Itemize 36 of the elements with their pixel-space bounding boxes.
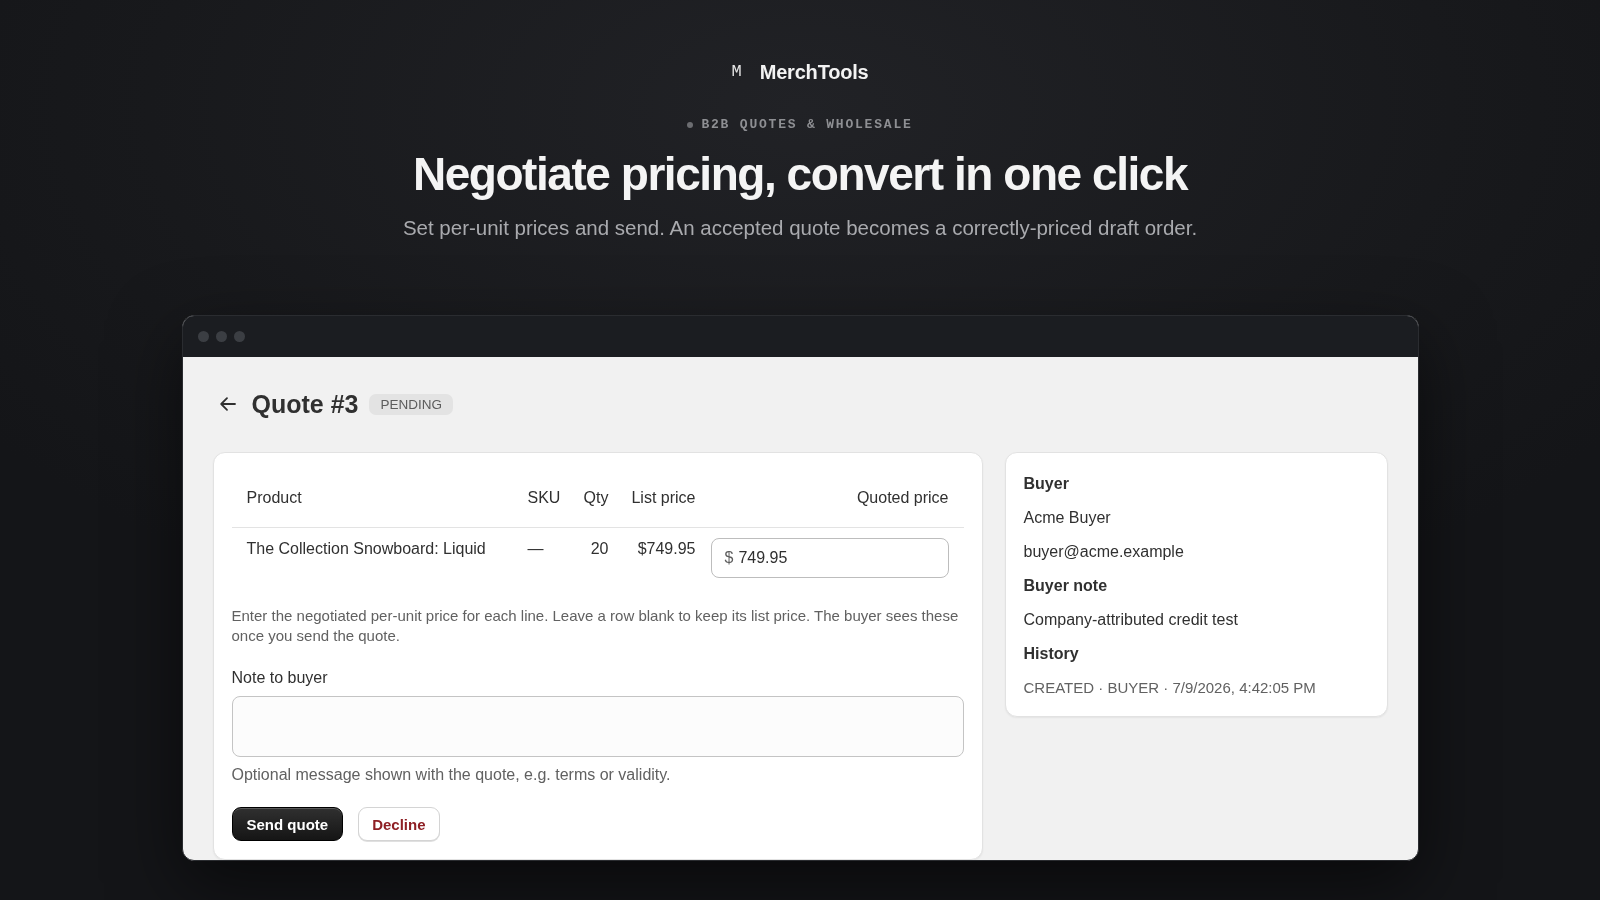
column-header: Quoted price	[855, 488, 949, 508]
column-header: SKU	[527, 488, 562, 508]
send-button[interactable]: Send quote	[231, 807, 344, 841]
brand-name: MerchTools	[759, 60, 869, 84]
price-field[interactable]: $ 749.95	[710, 538, 949, 578]
bullet-icon	[687, 122, 694, 128]
window-control-icon[interactable]	[215, 331, 227, 342]
section-heading: History	[1023, 644, 1080, 664]
table-cell-text: The Collection Snowboard: Liquid	[246, 539, 487, 559]
table-cell-text: 20	[589, 539, 609, 559]
window-control-icon[interactable]	[233, 331, 245, 342]
help-text: Enter the negotiated per-unit price for each line. Leave a row blank to keep its list price. The buyer sees these once you send the quote.	[231, 606, 960, 646]
decline-button[interactable]: Decline	[358, 807, 440, 841]
arrow-left-icon	[218, 395, 237, 413]
window-control-icon[interactable]	[197, 331, 209, 342]
section-heading: Buyer	[1023, 474, 1070, 494]
column-header: Product	[246, 488, 303, 508]
note-field[interactable]	[231, 696, 964, 757]
buyer-detail: Acme Buyer	[1023, 508, 1112, 528]
page-title: Quote #3	[251, 389, 359, 419]
table-cell-text: $749.95	[636, 539, 696, 559]
status-badge: PENDING	[369, 393, 453, 415]
column-header: Qty	[582, 488, 609, 508]
logo-mark: M	[731, 62, 742, 82]
history-entry: CREATED · BUYER · 7/9/2026, 4:42:05 PM	[1023, 678, 1317, 698]
buyer-detail: buyer@acme.example	[1023, 542, 1185, 562]
hero-title: Negotiate pricing, convert in one click	[412, 147, 1188, 201]
eyebrow-label: B2B QUOTES & WHOLESALE	[701, 117, 913, 133]
table-cell-text: —	[527, 539, 545, 559]
column-header: List price	[630, 488, 696, 508]
section-heading: Buyer note	[1023, 576, 1109, 596]
back-button[interactable]	[218, 395, 237, 413]
buyer-detail: Company-attributed credit test	[1023, 610, 1239, 630]
field-help-text: Optional message shown with the quote, e.g. terms or validity.	[231, 765, 672, 785]
field-label: Note to buyer	[231, 668, 329, 688]
hero-subtitle: Set per-unit prices and send. An accepted quote becomes a correctly-priced draft order.	[402, 215, 1198, 241]
